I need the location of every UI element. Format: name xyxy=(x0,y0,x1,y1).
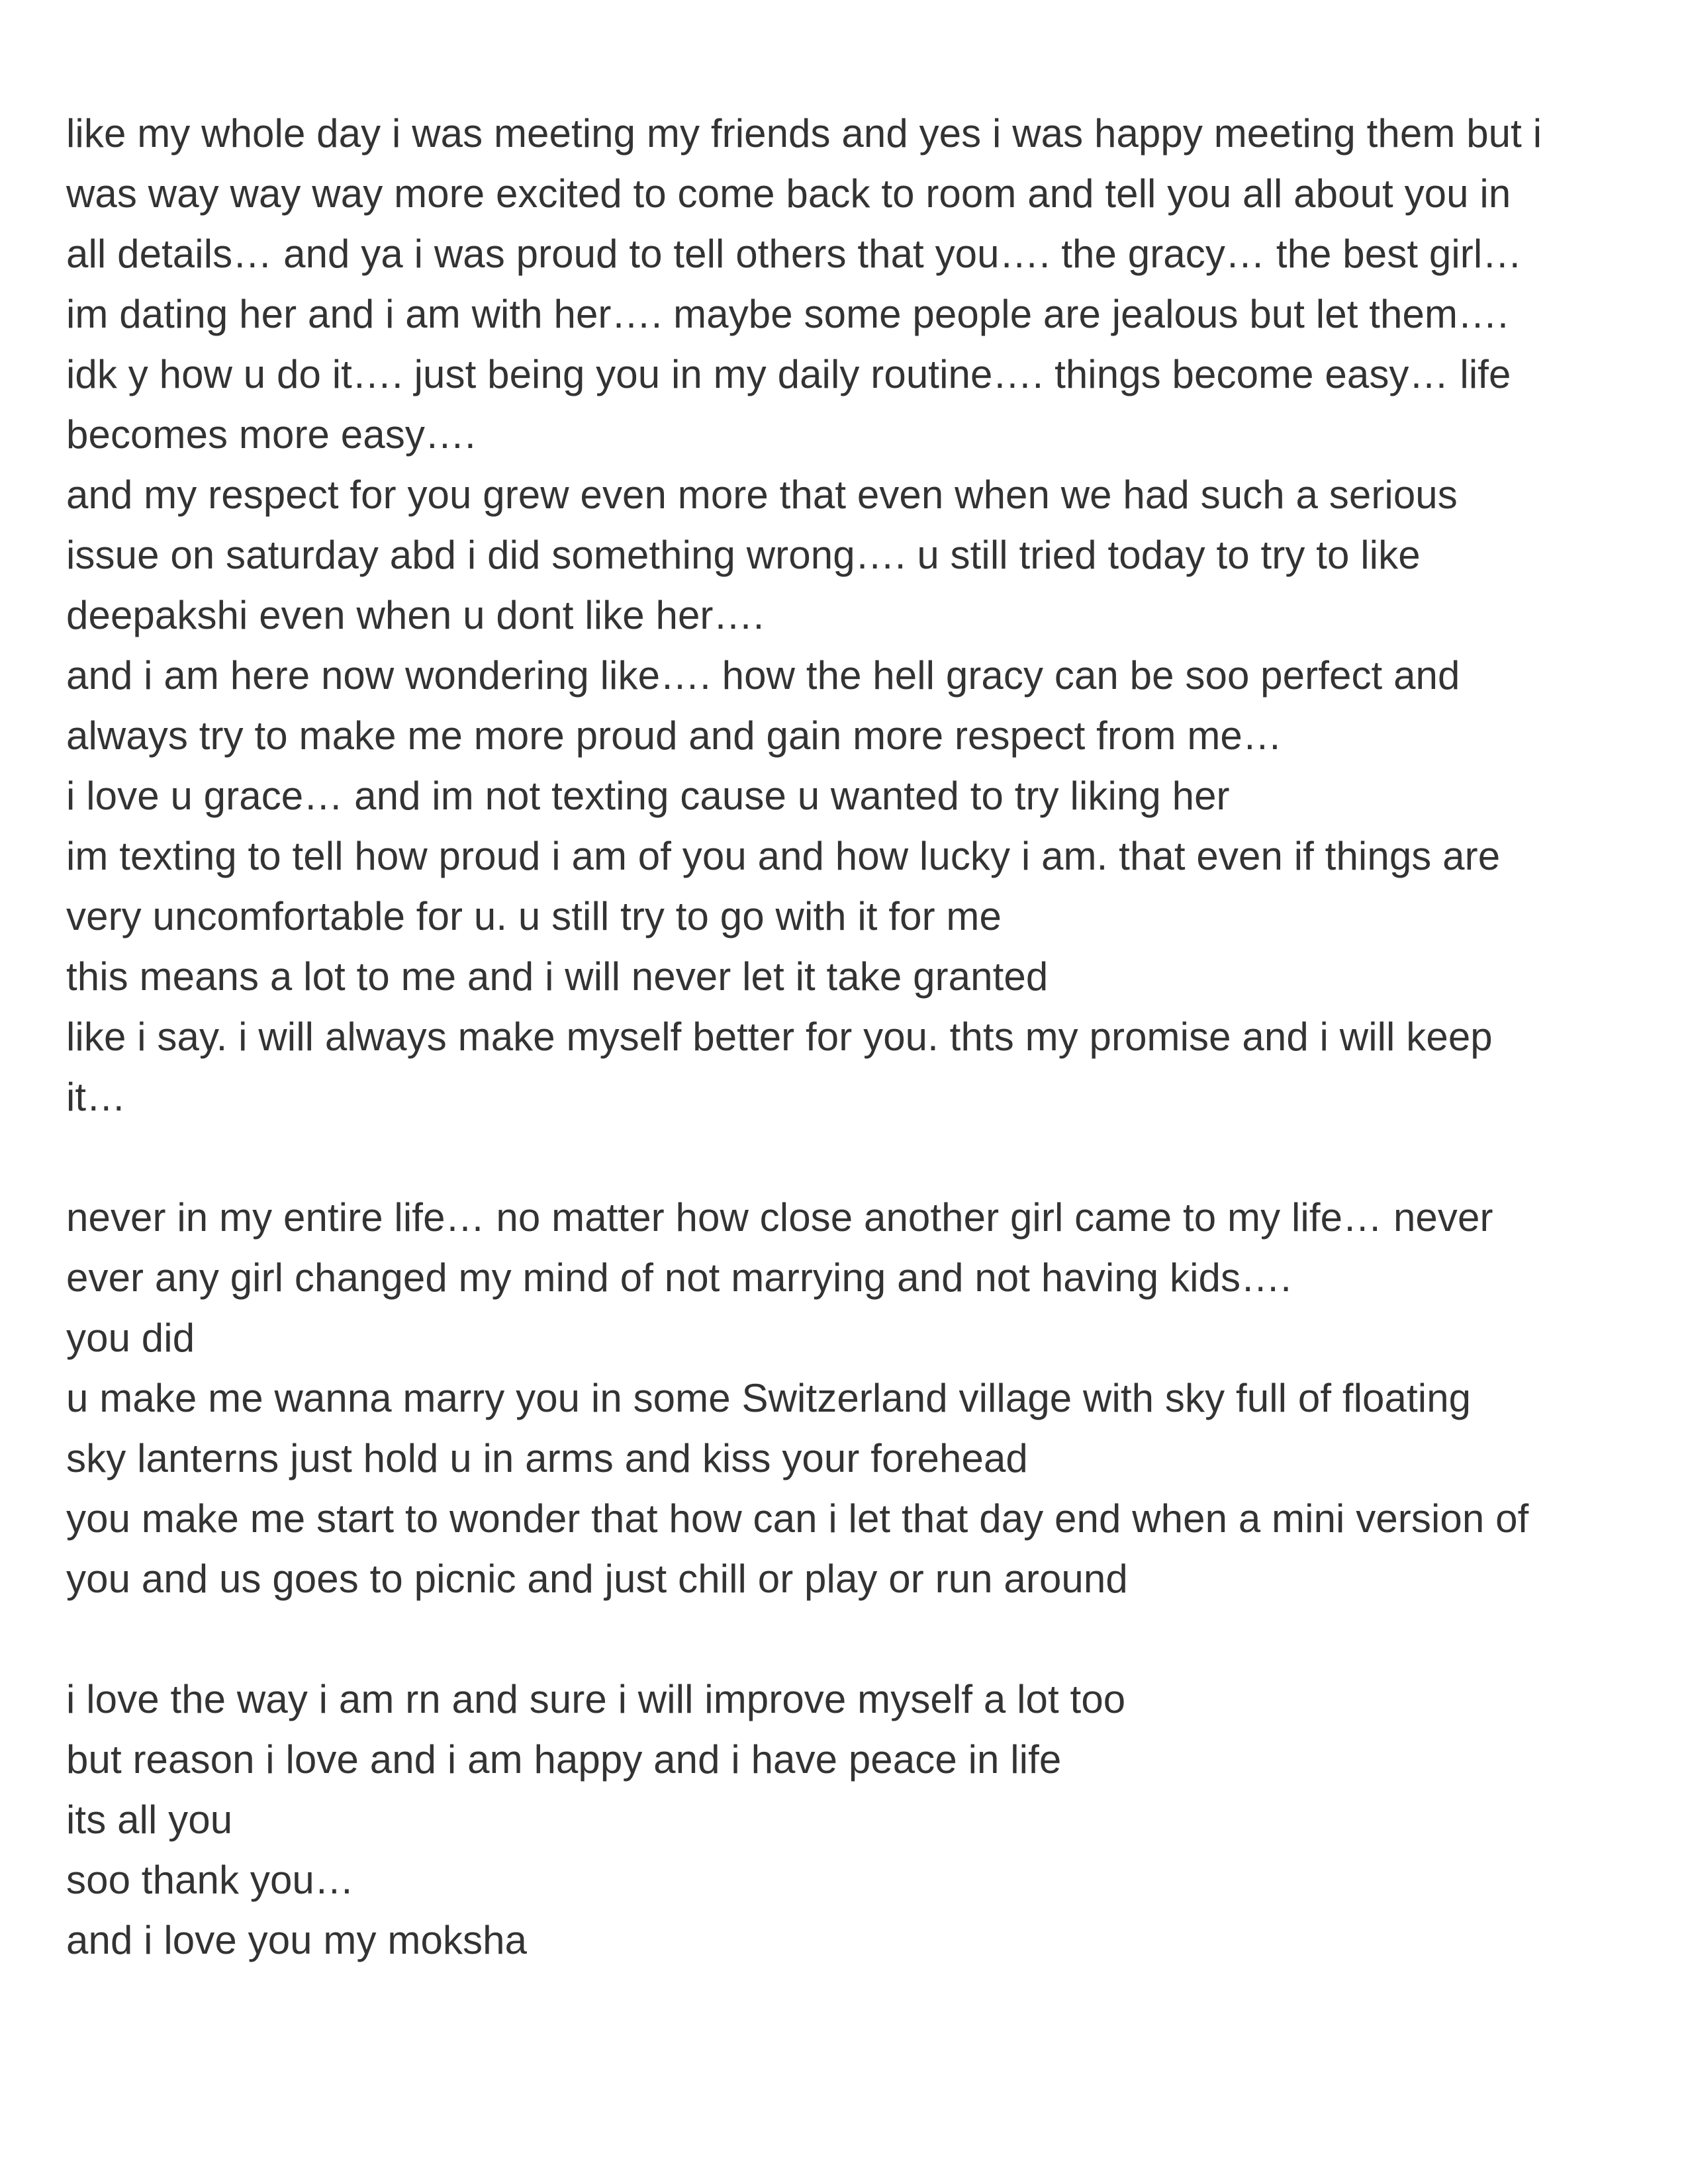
note-line: im texting to tell how proud i am of you… xyxy=(66,834,1501,878)
note-line: and i am here now wondering like…. how t… xyxy=(66,653,1460,698)
note-line: and i love you my moksha xyxy=(66,1918,528,1962)
note-line: it… xyxy=(66,1075,126,1119)
note-line: i love u grace… and im not texting cause… xyxy=(66,774,1230,818)
note-body: like my whole day i was meeting my frien… xyxy=(66,103,1668,1970)
note-line: u make me wanna marry you in some Switze… xyxy=(66,1376,1472,1420)
note-line: very uncomfortable for u. u still try to… xyxy=(66,894,1002,938)
note-line: soo thank you… xyxy=(66,1858,354,1902)
note-line: you and us goes to picnic and just chill… xyxy=(66,1557,1128,1601)
note-line: all details… and ya i was proud to tell … xyxy=(66,232,1523,276)
note-line: ever any girl changed my mind of not mar… xyxy=(66,1255,1291,1300)
note-line: like i say. i will always make myself be… xyxy=(66,1015,1493,1059)
note-line: and my respect for you grew even more th… xyxy=(66,473,1458,517)
note-line: like my whole day i was meeting my frien… xyxy=(66,111,1542,156)
note-line: im dating her and i am with her…. maybe … xyxy=(66,292,1509,336)
note-line: this means a lot to me and i will never … xyxy=(66,954,1049,999)
note-line: idk y how u do it…. just being you in my… xyxy=(66,352,1511,396)
note-line: always try to make me more proud and gai… xyxy=(66,713,1283,758)
note-line: you did xyxy=(66,1316,195,1360)
note-line: never in my entire life… no matter how c… xyxy=(66,1195,1493,1240)
note-line: sky lanterns just hold u in arms and kis… xyxy=(66,1436,1028,1480)
note-line: but reason i love and i am happy and i h… xyxy=(66,1737,1062,1782)
note-line: issue on saturday abd i did something wr… xyxy=(66,533,1421,577)
note-line: becomes more easy…. xyxy=(66,412,476,457)
note-line: i love the way i am rn and sure i will i… xyxy=(66,1677,1126,1721)
note-line: deepakshi even when u dont like her…. xyxy=(66,593,765,637)
note-line: was way way way more excited to come bac… xyxy=(66,171,1511,216)
note-line: its all you xyxy=(66,1797,233,1842)
note-line: you make me start to wonder that how can… xyxy=(66,1496,1529,1541)
